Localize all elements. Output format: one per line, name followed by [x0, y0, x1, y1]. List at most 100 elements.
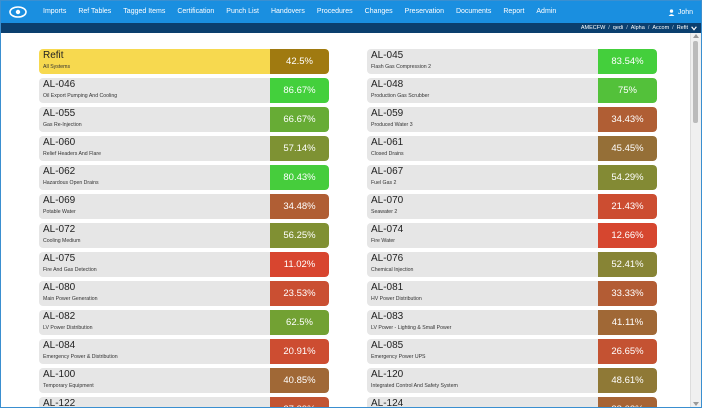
card-description: Potable Water	[43, 209, 76, 215]
card-description: Emergency Power & Distribution	[43, 354, 118, 360]
card-description: Hazardous Open Drains	[43, 180, 99, 186]
system-card[interactable]: AL-060 Relief Headers And Flare 57.14%	[39, 136, 329, 161]
card-percent: 45.45%	[598, 136, 657, 161]
card-percent: 34.48%	[270, 194, 329, 219]
system-card[interactable]: AL-070 Seawater 2 21.43%	[367, 194, 657, 219]
card-code: AL-120	[371, 369, 404, 380]
card-description: Main Power Generation	[43, 296, 98, 302]
card-description: Fire And Gas Detection	[43, 267, 97, 273]
card-code: AL-067	[371, 166, 404, 177]
system-card[interactable]: AL-081 HV Power Distribution 33.33%	[367, 281, 657, 306]
card-percent: 62.5%	[270, 310, 329, 335]
system-card[interactable]: AL-059 Produced Water 3 34.43%	[367, 107, 657, 132]
card-code: AL-072	[43, 224, 76, 235]
system-card[interactable]: AL-120 Integrated Control And Safety Syst…	[367, 368, 657, 393]
card-description: Relief Headers And Flare	[43, 151, 101, 157]
card-code: AL-046	[43, 79, 76, 90]
main-content: Refit All Systems 42.5% AL-046 Oil Export…	[1, 33, 691, 407]
system-card[interactable]: AL-085 Emergency Power UPS 26.65%	[367, 339, 657, 364]
card-code: AL-076	[371, 253, 404, 264]
nav-menu: Imports Ref Tables Tagged Items Certificati…	[37, 1, 562, 23]
card-code: AL-069	[43, 195, 76, 206]
scroll-up-arrow-icon[interactable]	[693, 34, 699, 38]
breadcrumb-item[interactable]: Alpha	[631, 25, 645, 31]
card-percent: 57.14%	[270, 136, 329, 161]
system-card[interactable]: AL-075 Fire And Gas Detection 11.02%	[39, 252, 329, 277]
card-code: AL-082	[43, 311, 76, 322]
system-card[interactable]: AL-122 27.39%	[39, 397, 329, 408]
chevron-down-icon[interactable]	[691, 25, 697, 31]
breadcrumb-item[interactable]: Accom	[652, 25, 669, 31]
system-card[interactable]: AL-100 Temporary Equipment 40.85%	[39, 368, 329, 393]
system-card[interactable]: AL-048 Production Gas Scrubber 75%	[367, 78, 657, 103]
nav-item-handovers[interactable]: Handovers	[265, 1, 311, 23]
card-percent: 41.11%	[598, 310, 657, 335]
nav-item-imports[interactable]: Imports	[37, 1, 72, 23]
left-column: Refit All Systems 42.5% AL-046 Oil Export…	[39, 49, 329, 408]
system-card[interactable]: AL-067 Fuel Gas 2 54.29%	[367, 165, 657, 190]
card-description: Closed Drains	[371, 151, 404, 157]
system-card[interactable]: AL-055 Gas Re-Injection 66.67%	[39, 107, 329, 132]
nav-item-punch-list[interactable]: Punch List	[220, 1, 265, 23]
system-card[interactable]: AL-076 Chemical Injection 52.41%	[367, 252, 657, 277]
card-percent: 38.03%	[598, 397, 657, 407]
top-navbar: Imports Ref Tables Tagged Items Certificati…	[1, 1, 701, 23]
system-card[interactable]: AL-062 Hazardous Open Drains 80.43%	[39, 165, 329, 190]
breadcrumb-item[interactable]: Refit	[677, 25, 688, 31]
system-card[interactable]: AL-084 Emergency Power & Distribution 20.9…	[39, 339, 329, 364]
nav-item-tagged-items[interactable]: Tagged Items	[117, 1, 171, 23]
nav-item-admin[interactable]: Admin	[530, 1, 562, 23]
card-description: Flash Gas Compression 2	[371, 64, 431, 70]
system-card[interactable]: AL-083 LV Power - Lighting & Small Power 4…	[367, 310, 657, 335]
card-code: AL-074	[371, 224, 404, 235]
user-menu[interactable]: John	[668, 1, 693, 23]
nav-item-report[interactable]: Report	[497, 1, 530, 23]
card-code: AL-122	[43, 398, 76, 408]
card-percent: 80.43%	[270, 165, 329, 190]
card-code: AL-048	[371, 79, 404, 90]
nav-item-certification[interactable]: Certification	[171, 1, 220, 23]
card-code: AL-062	[43, 166, 76, 177]
system-card[interactable]: AL-074 Fire Water 12.66%	[367, 223, 657, 248]
card-code: Refit	[43, 50, 64, 61]
card-percent: 21.43%	[598, 194, 657, 219]
scrollbar[interactable]	[690, 33, 701, 407]
breadcrumb-separator: /	[626, 25, 628, 31]
card-description: Chemical Injection	[371, 267, 414, 273]
breadcrumb-item[interactable]: AMECFW	[581, 25, 605, 31]
card-percent: 34.43%	[598, 107, 657, 132]
app-logo-icon[interactable]	[7, 4, 29, 20]
nav-item-ref-tables[interactable]: Ref Tables	[72, 1, 117, 23]
nav-item-changes[interactable]: Changes	[359, 1, 399, 23]
system-card[interactable]: AL-069 Potable Water 34.48%	[39, 194, 329, 219]
card-code: AL-070	[371, 195, 404, 206]
card-code: AL-060	[43, 137, 76, 148]
card-code: AL-080	[43, 282, 76, 293]
card-code: AL-100	[43, 369, 76, 380]
card-percent: 66.67%	[270, 107, 329, 132]
card-percent: 20.91%	[270, 339, 329, 364]
card-percent: 52.41%	[598, 252, 657, 277]
system-card[interactable]: AL-124 38.03%	[367, 397, 657, 407]
card-percent: 11.02%	[270, 252, 329, 277]
system-card[interactable]: AL-045 Flash Gas Compression 2 83.54%	[367, 49, 657, 74]
breadcrumb-separator: /	[608, 25, 610, 31]
system-card[interactable]: AL-072 Cooling Medium 56.25%	[39, 223, 329, 248]
card-description: HV Power Distribution	[371, 296, 422, 302]
system-card[interactable]: AL-080 Main Power Generation 23.53%	[39, 281, 329, 306]
system-card[interactable]: AL-061 Closed Drains 45.45%	[367, 136, 657, 161]
card-description: LV Power - Lighting & Small Power	[371, 325, 452, 331]
user-name: John	[677, 8, 693, 16]
scroll-thumb[interactable]	[693, 41, 698, 123]
summary-card[interactable]: Refit All Systems 42.5%	[39, 49, 329, 74]
card-description: Production Gas Scrubber	[371, 93, 430, 99]
nav-item-documents[interactable]: Documents	[450, 1, 497, 23]
card-code: AL-055	[43, 108, 76, 119]
breadcrumb-item[interactable]: qedi	[613, 25, 623, 31]
scroll-down-arrow-icon[interactable]	[693, 402, 699, 406]
card-code: AL-081	[371, 282, 404, 293]
system-card[interactable]: AL-082 LV Power Distribution 62.5%	[39, 310, 329, 335]
system-card[interactable]: AL-046 Oil Export Pumping And Cooling 86.6…	[39, 78, 329, 103]
nav-item-preservation[interactable]: Preservation	[399, 1, 450, 23]
nav-item-procedures[interactable]: Procedures	[311, 1, 359, 23]
